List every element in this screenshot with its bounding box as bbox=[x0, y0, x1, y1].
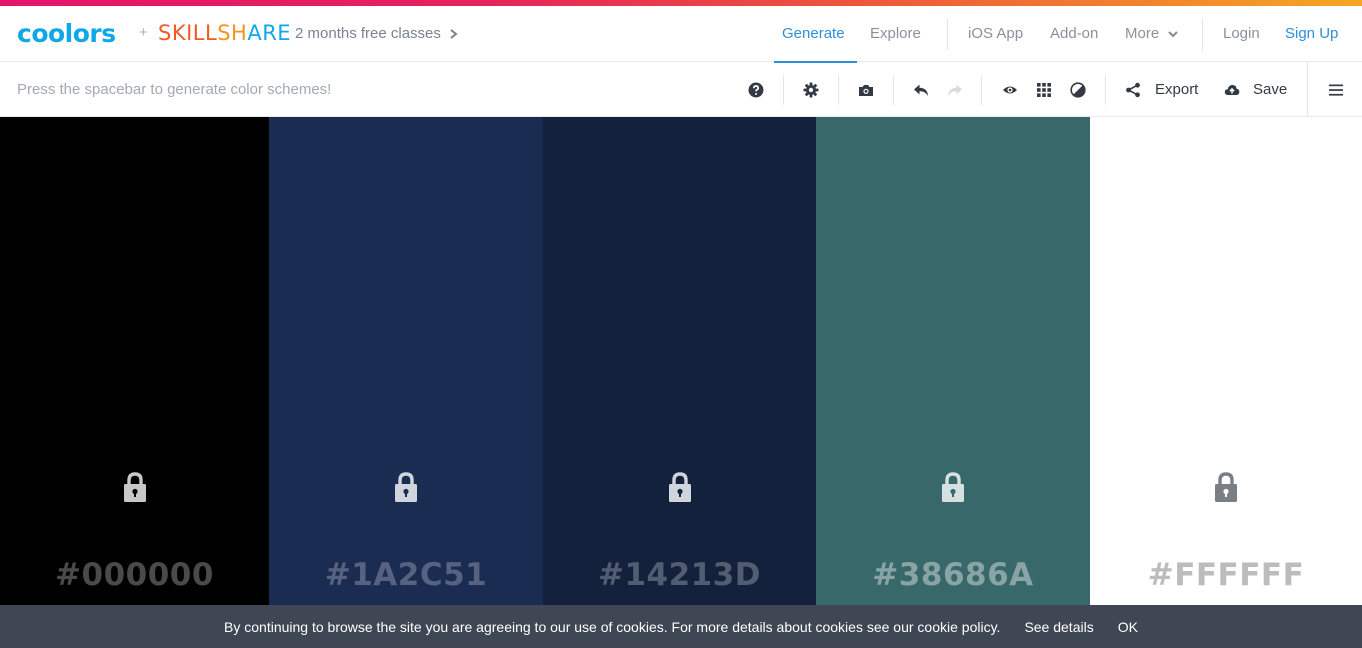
export-button[interactable]: Export bbox=[1155, 81, 1198, 98]
nav-more-label: More bbox=[1125, 25, 1160, 42]
redo-icon[interactable] bbox=[945, 80, 965, 100]
lock-icon[interactable] bbox=[667, 471, 693, 503]
nav-addon[interactable]: Add-on bbox=[1050, 25, 1098, 42]
plus-sign: + bbox=[139, 24, 148, 41]
color-swatch[interactable]: #000000 bbox=[0, 117, 269, 605]
chevron-down-icon bbox=[1168, 30, 1178, 38]
color-hex-label[interactable]: #14213D bbox=[543, 557, 816, 593]
nav-generate[interactable]: Generate bbox=[782, 25, 845, 42]
color-hex-label[interactable]: #000000 bbox=[0, 557, 269, 593]
color-swatch[interactable]: #14213D bbox=[543, 117, 816, 605]
spacebar-hint: Press the spacebar to generate color sch… bbox=[17, 81, 332, 98]
color-hex-label[interactable]: #38686A bbox=[816, 557, 1090, 593]
share-icon[interactable] bbox=[1123, 80, 1143, 100]
help-icon[interactable] bbox=[746, 80, 766, 100]
cookie-banner: By continuing to browse the site you are… bbox=[0, 605, 1362, 648]
color-hex-label[interactable]: #FFFFFF bbox=[1090, 557, 1362, 593]
cloud-upload-icon[interactable] bbox=[1222, 80, 1242, 100]
grid-icon[interactable] bbox=[1034, 80, 1054, 100]
cookie-message: By continuing to browse the site you are… bbox=[224, 618, 1001, 635]
color-swatch[interactable]: #38686A bbox=[816, 117, 1090, 605]
lock-icon[interactable] bbox=[1213, 471, 1239, 503]
save-button[interactable]: Save bbox=[1253, 81, 1287, 98]
color-hex-label[interactable]: #1A2C51 bbox=[269, 557, 543, 593]
color-palette: #000000 #1A2C51 #14213D #38686A #FFFFFF bbox=[0, 117, 1362, 605]
lock-icon[interactable] bbox=[940, 471, 966, 503]
eye-icon[interactable] bbox=[1000, 80, 1020, 100]
divider bbox=[1202, 18, 1203, 50]
divider bbox=[783, 75, 784, 105]
lock-icon[interactable] bbox=[393, 471, 419, 503]
color-swatch[interactable]: #FFFFFF bbox=[1090, 117, 1362, 605]
divider bbox=[1307, 62, 1308, 117]
chevron-right-icon bbox=[450, 28, 458, 39]
undo-icon[interactable] bbox=[911, 80, 931, 100]
color-swatch[interactable]: #1A2C51 bbox=[269, 117, 543, 605]
promo-text: 2 months free classes bbox=[295, 25, 441, 42]
skillshare-logo[interactable]: SKILLSHARE bbox=[158, 21, 291, 45]
divider bbox=[981, 75, 982, 105]
promo-link[interactable]: 2 months free classes bbox=[295, 25, 458, 42]
coolors-logo[interactable]: coolors bbox=[17, 20, 116, 48]
toolbar: Press the spacebar to generate color sch… bbox=[0, 62, 1362, 117]
divider bbox=[838, 75, 839, 105]
ok-button[interactable]: OK bbox=[1118, 619, 1138, 635]
navbar: coolors + SKILLSHARE 2 months free class… bbox=[0, 6, 1362, 63]
login-link[interactable]: Login bbox=[1223, 25, 1260, 42]
see-details-link[interactable]: See details bbox=[1024, 619, 1093, 635]
camera-icon[interactable] bbox=[856, 80, 876, 100]
contrast-icon[interactable] bbox=[1068, 80, 1088, 100]
divider bbox=[1105, 75, 1106, 105]
nav-explore[interactable]: Explore bbox=[870, 25, 921, 42]
lock-icon[interactable] bbox=[122, 471, 148, 503]
divider bbox=[947, 18, 948, 50]
menu-icon[interactable] bbox=[1326, 80, 1346, 100]
settings-icon[interactable] bbox=[801, 80, 821, 100]
nav-ios-app[interactable]: iOS App bbox=[968, 25, 1023, 42]
signup-link[interactable]: Sign Up bbox=[1285, 25, 1338, 42]
nav-more[interactable]: More bbox=[1125, 25, 1178, 42]
divider bbox=[893, 75, 894, 105]
